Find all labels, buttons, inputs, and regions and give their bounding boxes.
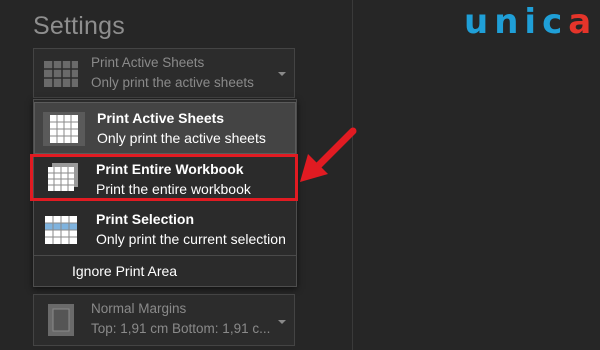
logo-text: unic <box>464 2 569 42</box>
margins-icon <box>42 303 80 342</box>
menu-item-title: Print Active Sheets <box>97 110 225 126</box>
active-sheets-icon <box>41 110 87 153</box>
menu-item-subtitle: Only print the current selection <box>96 231 286 247</box>
margins-selector[interactable]: Normal Margins Top: 1,91 cm Bottom: 1,91… <box>33 294 295 346</box>
sheets-icon <box>42 59 80 94</box>
arrow-icon <box>298 126 360 191</box>
selector-title: Print Active Sheets <box>91 55 205 70</box>
unica-logo: unica <box>464 2 597 42</box>
logo-text-accent: a <box>568 2 598 42</box>
chevron-down-icon[interactable] <box>276 67 288 79</box>
menu-item-title: Print Selection <box>96 211 195 227</box>
selector-subtitle: Only print the active sheets <box>91 75 254 90</box>
menu-item-ignore-print-area[interactable]: Ignore Print Area <box>34 256 296 286</box>
menu-item-print-active-sheets[interactable]: Print Active Sheets Only print the activ… <box>34 102 296 154</box>
menu-item-subtitle: Only print the active sheets <box>97 130 266 146</box>
selection-icon <box>40 211 86 254</box>
print-what-selector[interactable]: Print Active Sheets Only print the activ… <box>33 48 295 98</box>
menu-item-print-selection[interactable]: Print Selection Only print the current s… <box>34 204 296 256</box>
settings-heading: Settings <box>33 12 125 40</box>
highlight-box <box>30 154 298 201</box>
ignore-print-area-label: Ignore Print Area <box>72 263 178 279</box>
chevron-down-icon[interactable] <box>276 315 288 327</box>
margins-title: Normal Margins <box>91 301 187 316</box>
margins-subtitle: Top: 1,91 cm Bottom: 1,91 c... <box>91 321 271 336</box>
